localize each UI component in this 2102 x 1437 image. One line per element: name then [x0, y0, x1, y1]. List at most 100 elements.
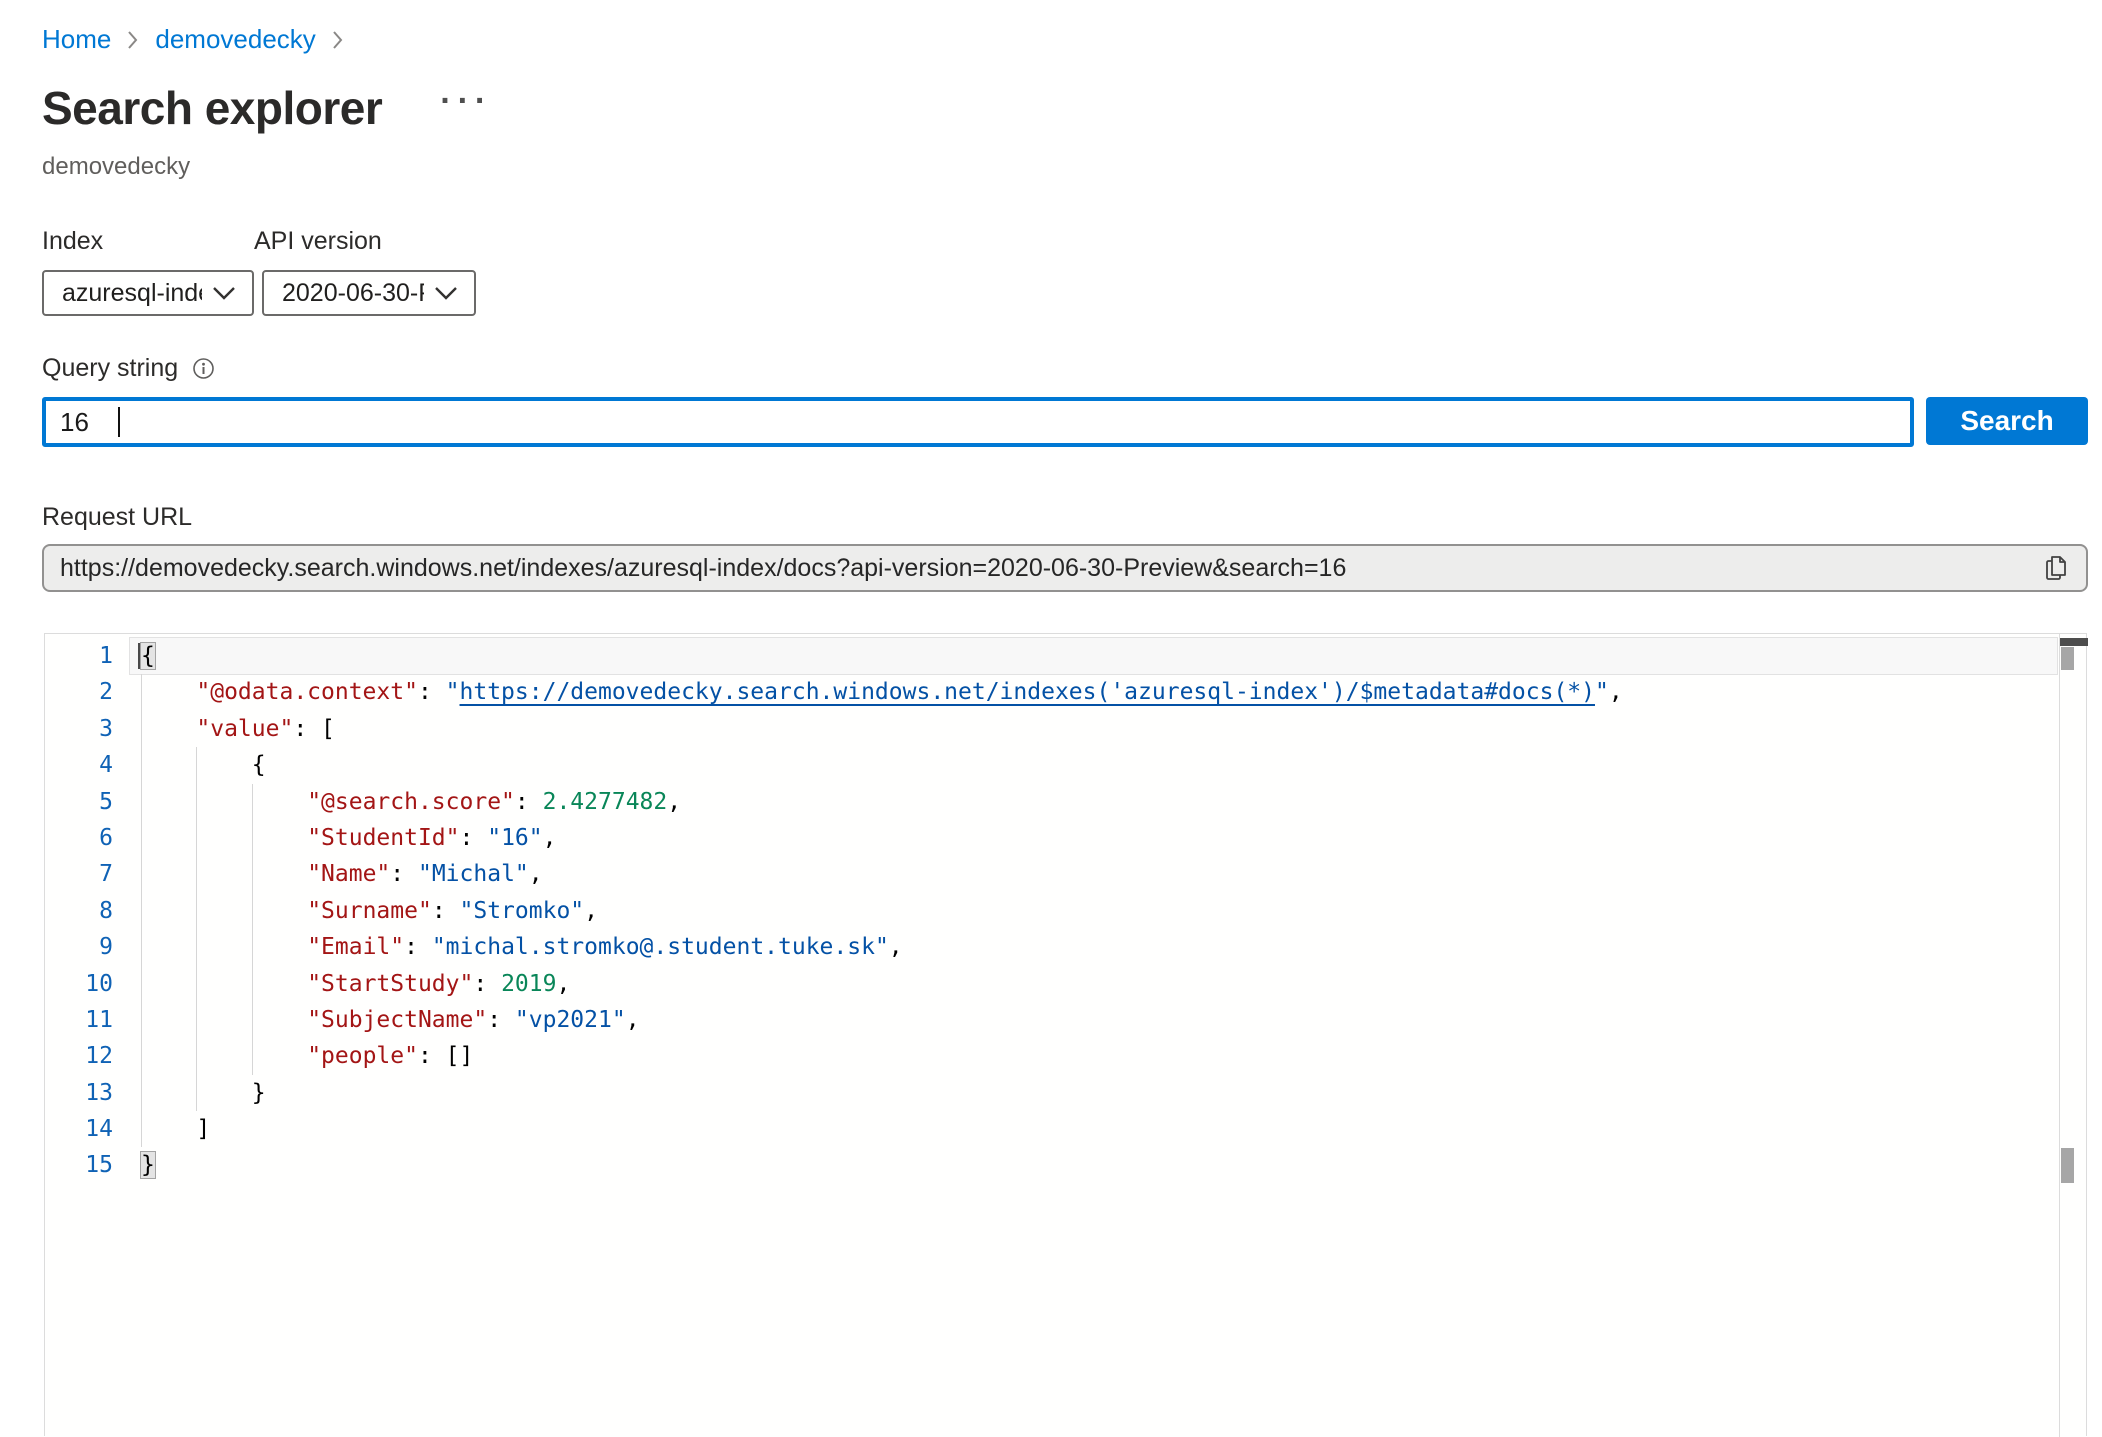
json-token: : — [432, 898, 460, 924]
json-token: "StartStudy" — [307, 971, 473, 997]
indent-guide — [196, 747, 197, 783]
line-number: 7 — [45, 856, 141, 892]
json-token: "Surname" — [307, 898, 432, 924]
query-string-input[interactable] — [42, 397, 1914, 447]
api-version-label: API version — [254, 227, 382, 256]
line-number: 15 — [45, 1147, 141, 1183]
json-token: : — [460, 825, 488, 851]
overview-ruler-cursor-mark — [2060, 638, 2088, 646]
json-token: 2019 — [501, 971, 556, 997]
json-token: , — [667, 789, 681, 815]
code-line: "SubjectName": "vp2021", — [141, 1002, 2059, 1038]
code-line: "people": [] — [141, 1038, 2059, 1074]
line-number: 9 — [45, 929, 141, 965]
search-explorer-blade: Home demovedecky Search explorer ··· dem… — [42, 0, 2088, 659]
breadcrumb: Home demovedecky — [42, 24, 2088, 55]
info-icon[interactable] — [192, 357, 215, 380]
code-line: "Email": "michal.stromko@.student.tuke.s… — [141, 929, 2059, 965]
indent-guide — [196, 1038, 197, 1074]
json-token: : — [487, 1007, 515, 1033]
json-token: "people" — [307, 1043, 418, 1069]
line-number: 2 — [45, 674, 141, 710]
query-string-label: Query string — [42, 354, 178, 383]
indent-guide — [196, 820, 197, 856]
line-number: 11 — [45, 1002, 141, 1038]
page-title: Search explorer — [42, 81, 382, 135]
json-link[interactable]: https://demovedecky.search.windows.net/i… — [460, 679, 1595, 705]
json-token: "SubjectName" — [307, 1007, 487, 1033]
indent-guide — [141, 711, 142, 747]
results-editor[interactable]: 123456789101112131415 {"@odata.context":… — [44, 633, 2087, 1436]
breadcrumb-chevron-icon — [127, 29, 139, 51]
api-version-dropdown-value: 2020-06-30-Pre... — [282, 279, 424, 308]
code-line: "StudentId": "16", — [141, 820, 2059, 856]
indent-guide — [141, 966, 142, 1002]
indent-guide — [141, 1075, 142, 1111]
code-line: "@odata.context": "https://demovedecky.s… — [141, 674, 2059, 710]
indent-guide — [252, 966, 253, 1002]
request-url-value: https://demovedecky.search.windows.net/i… — [60, 554, 2042, 583]
json-token: "vp2021" — [515, 1007, 626, 1033]
json-token: } — [252, 1080, 266, 1106]
json-token: , — [584, 898, 598, 924]
indent-guide — [141, 1038, 142, 1074]
indent-guide — [252, 820, 253, 856]
json-token: " — [1595, 679, 1609, 705]
indent-guide — [196, 929, 197, 965]
json-token: : [ — [293, 716, 335, 742]
search-button[interactable]: Search — [1926, 397, 2088, 445]
code-line: "StartStudy": 2019, — [141, 966, 2059, 1002]
json-token: { — [141, 643, 155, 669]
indent-guide — [141, 747, 142, 783]
code-line: { — [141, 747, 2059, 783]
json-token: ] — [196, 1116, 210, 1142]
breadcrumb-home-link[interactable]: Home — [42, 24, 111, 55]
index-dropdown-value: azuresql-index — [62, 279, 202, 308]
indent-guide — [252, 856, 253, 892]
overflow-menu-button[interactable]: ··· — [440, 91, 492, 111]
indent-guide — [252, 784, 253, 820]
chevron-down-icon — [434, 286, 458, 300]
code-line: "value": [ — [141, 711, 2059, 747]
line-number: 12 — [45, 1038, 141, 1074]
code-line: { — [141, 638, 2059, 674]
json-token: "StudentId" — [307, 825, 459, 851]
json-token: , — [543, 825, 557, 851]
line-number: 3 — [45, 711, 141, 747]
indent-guide — [196, 1075, 197, 1111]
scrollbar-thumb[interactable] — [2061, 1148, 2074, 1183]
indent-guide — [252, 1038, 253, 1074]
index-label: Index — [42, 227, 254, 256]
code-line: ] — [141, 1111, 2059, 1147]
indent-guide — [141, 856, 142, 892]
json-token: , — [889, 934, 903, 960]
json-token: "value" — [196, 716, 293, 742]
breadcrumb-demovedecky-link[interactable]: demovedecky — [155, 24, 315, 55]
scrollbar-thumb[interactable] — [2061, 647, 2074, 670]
indent-guide — [141, 929, 142, 965]
indent-guide — [196, 966, 197, 1002]
copy-icon[interactable] — [2042, 551, 2072, 585]
indent-guide — [141, 820, 142, 856]
indent-guide — [196, 893, 197, 929]
indent-guide — [141, 1002, 142, 1038]
api-version-dropdown[interactable]: 2020-06-30-Pre... — [262, 270, 476, 316]
json-token: : — [390, 861, 418, 887]
editor-gutter: 123456789101112131415 — [45, 638, 141, 1184]
json-token: "Name" — [307, 861, 390, 887]
json-token: , — [1609, 679, 1623, 705]
indent-guide — [141, 674, 142, 710]
line-number: 1 — [45, 638, 141, 674]
json-token: "Michal" — [418, 861, 529, 887]
indent-guide — [196, 1002, 197, 1038]
json-token: " — [446, 679, 460, 705]
scrollbar-track-separator — [2059, 634, 2060, 1437]
json-token: "Email" — [307, 934, 404, 960]
index-dropdown[interactable]: azuresql-index — [42, 270, 254, 316]
page-subtitle: demovedecky — [42, 153, 2088, 181]
indent-guide — [252, 929, 253, 965]
line-number: 14 — [45, 1111, 141, 1147]
request-url-label: Request URL — [42, 503, 2088, 532]
request-url-field[interactable]: https://demovedecky.search.windows.net/i… — [42, 544, 2088, 592]
json-token: : [] — [418, 1043, 473, 1069]
